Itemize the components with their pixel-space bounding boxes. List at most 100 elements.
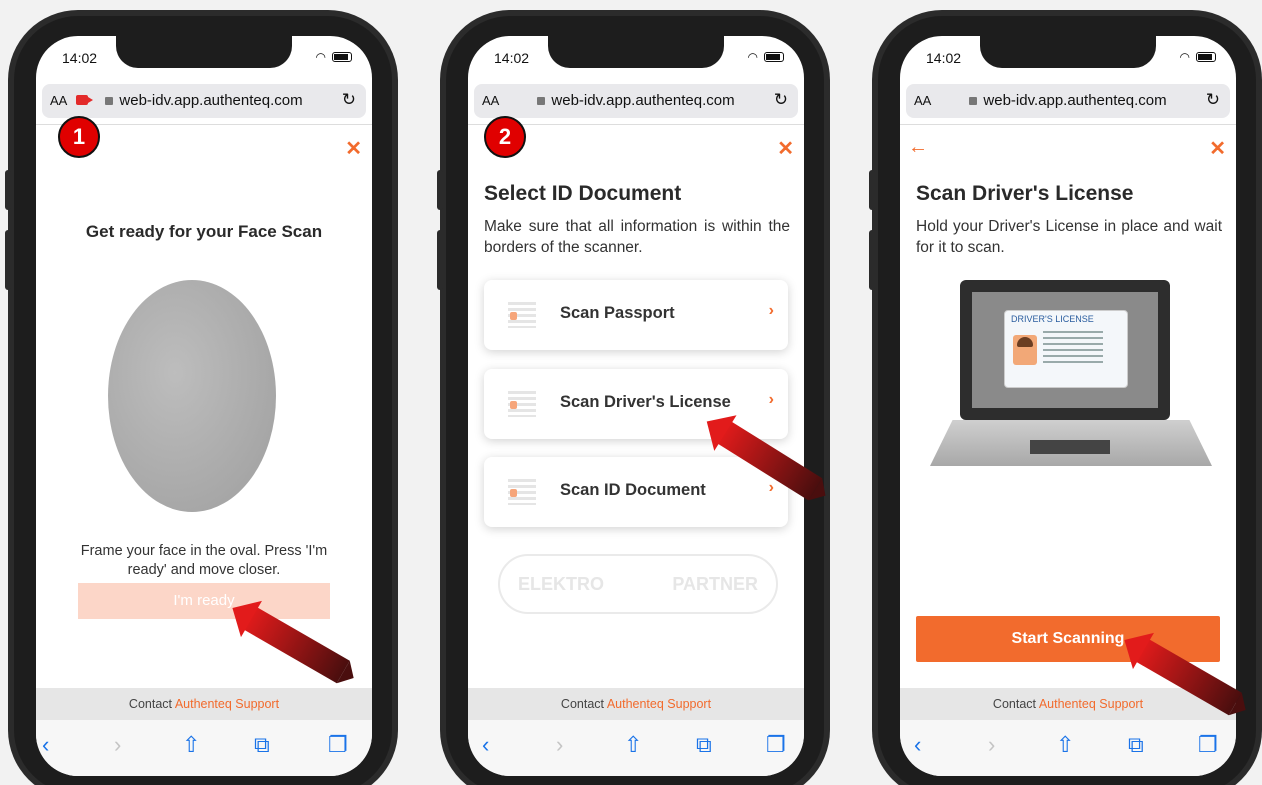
share-icon[interactable]: ⇧ xyxy=(624,732,642,758)
watermark-right-text: PARTNER xyxy=(672,574,758,594)
page-instruction: Hold your Driver's License in place and … xyxy=(916,218,1222,256)
battery-icon xyxy=(1196,52,1216,62)
url-text: web-idv.app.authenteq.com xyxy=(551,92,735,109)
reload-icon[interactable]: ↻ xyxy=(342,90,356,110)
browser-toolbar: ‹ › ⇧ ⧉ ❐ xyxy=(900,720,1236,776)
chevron-right-icon: › xyxy=(768,479,774,496)
watermark-logo: ELEKTRO PARTNER xyxy=(498,554,778,614)
laptop-trackpad xyxy=(1030,440,1110,454)
divider xyxy=(900,124,1236,125)
id-card-icon xyxy=(508,479,536,505)
lock-icon xyxy=(969,97,978,105)
close-icon[interactable]: ✕ xyxy=(345,136,362,161)
status-time: 14:02 xyxy=(494,50,530,66)
tabs-icon[interactable]: ❐ xyxy=(328,732,348,758)
address-bar[interactable]: AA web-idv.app.authenteq.com ↻ xyxy=(474,84,798,118)
browser-toolbar: ‹ › ⇧ ⧉ ❐ xyxy=(36,720,372,776)
option-scan-passport[interactable]: Scan Passport › xyxy=(484,280,788,350)
forward-button[interactable]: › xyxy=(988,732,995,758)
phone-notch xyxy=(548,36,724,68)
phone-side-button xyxy=(869,230,875,290)
footer-contact: Contact Authenteq Support xyxy=(468,688,804,720)
close-icon[interactable]: ✕ xyxy=(1209,136,1226,161)
option-scan-id-document[interactable]: Scan ID Document › xyxy=(484,457,788,527)
bookmarks-icon[interactable]: ⧉ xyxy=(254,732,270,758)
status-time: 14:02 xyxy=(62,50,98,66)
address-bar[interactable]: AA web-idv.app.authenteq.com ↻ xyxy=(906,84,1230,118)
option-label: Scan ID Document xyxy=(560,481,706,499)
support-link[interactable]: Authenteq Support xyxy=(1039,697,1143,711)
forward-button[interactable]: › xyxy=(114,732,121,758)
reload-icon[interactable]: ↻ xyxy=(774,90,788,110)
page-title: Select ID Document xyxy=(484,182,682,205)
support-link[interactable]: Authenteq Support xyxy=(607,697,711,711)
status-icons: ◠ xyxy=(316,50,352,64)
face-oval xyxy=(108,280,276,512)
footer-prefix: Contact xyxy=(992,697,1037,711)
license-card-illustration: DRIVER'S LICENSE xyxy=(1004,310,1128,388)
page-title: Get ready for your Face Scan xyxy=(85,222,323,241)
status-time: 14:02 xyxy=(926,50,962,66)
back-arrow-icon[interactable]: ← xyxy=(908,136,928,159)
status-icons: ◠ xyxy=(748,50,784,64)
lock-icon xyxy=(105,97,114,105)
phone-side-button xyxy=(869,170,875,210)
status-icons: ◠ xyxy=(1180,50,1216,64)
ready-button[interactable]: I'm ready xyxy=(78,583,330,619)
wifi-icon: ◠ xyxy=(315,50,326,64)
footer-prefix: Contact xyxy=(560,697,605,711)
wifi-icon: ◠ xyxy=(1179,50,1190,64)
phone-scan-license: 14:02 ◠ AA web-idv.app.authenteq.com ↻ ←… xyxy=(869,10,1262,785)
bookmarks-icon[interactable]: ⧉ xyxy=(696,732,712,758)
chevron-right-icon: › xyxy=(768,302,774,319)
close-icon[interactable]: ✕ xyxy=(777,136,794,161)
laptop-display: DRIVER'S LICENSE xyxy=(972,292,1158,408)
card-heading: DRIVER'S LICENSE xyxy=(1011,314,1094,324)
back-button[interactable]: ‹ xyxy=(914,732,921,758)
phone-side-button xyxy=(5,170,11,210)
page-title: Scan Driver's License xyxy=(916,182,1134,205)
tabs-icon[interactable]: ❐ xyxy=(1198,732,1218,758)
face-instruction: Frame your face in the oval. Press 'I'm … xyxy=(80,543,328,578)
footer-contact: Contact Authenteq Support xyxy=(900,688,1236,720)
lock-icon xyxy=(537,97,546,105)
address-bar[interactable]: AA web-idv.app.authenteq.com ↻ xyxy=(42,84,366,118)
url-display[interactable]: web-idv.app.authenteq.com xyxy=(42,92,366,109)
phone-side-button xyxy=(437,230,443,290)
url-display[interactable]: web-idv.app.authenteq.com xyxy=(474,92,798,109)
card-photo xyxy=(1013,335,1037,365)
url-text: web-idv.app.authenteq.com xyxy=(119,92,303,109)
tutorial-stage: 14:02 ◠ AA web-idv.app.authenteq.com ↻ ✕… xyxy=(0,0,1262,785)
option-label: Scan Driver's License xyxy=(560,393,731,411)
step-badge-2: 2 xyxy=(484,116,526,158)
card-details xyxy=(1043,331,1103,367)
reload-icon[interactable]: ↻ xyxy=(1206,90,1220,110)
forward-button[interactable]: › xyxy=(556,732,563,758)
url-text: web-idv.app.authenteq.com xyxy=(983,92,1167,109)
laptop-screen: DRIVER'S LICENSE xyxy=(960,280,1170,420)
laptop-illustration: DRIVER'S LICENSE xyxy=(930,280,1212,470)
url-display[interactable]: web-idv.app.authenteq.com xyxy=(906,92,1230,109)
phone-side-button xyxy=(5,230,11,290)
phone-notch xyxy=(980,36,1156,68)
share-icon[interactable]: ⇧ xyxy=(1056,732,1074,758)
bookmarks-icon[interactable]: ⧉ xyxy=(1128,732,1144,758)
battery-icon xyxy=(764,52,784,62)
footer-contact: Contact Authenteq Support xyxy=(36,688,372,720)
phone-side-button xyxy=(437,170,443,210)
back-button[interactable]: ‹ xyxy=(42,732,49,758)
watermark-left-text: ELEKTRO xyxy=(518,574,605,594)
back-button[interactable]: ‹ xyxy=(482,732,489,758)
phone-notch xyxy=(116,36,292,68)
support-link[interactable]: Authenteq Support xyxy=(175,697,279,711)
step-badge-1: 1 xyxy=(58,116,100,158)
tabs-icon[interactable]: ❐ xyxy=(766,732,786,758)
browser-toolbar: ‹ › ⇧ ⧉ ❐ xyxy=(468,720,804,776)
share-icon[interactable]: ⇧ xyxy=(182,732,200,758)
chevron-right-icon: › xyxy=(768,391,774,408)
wifi-icon: ◠ xyxy=(747,50,758,64)
passport-icon xyxy=(508,302,536,328)
battery-icon xyxy=(332,52,352,62)
footer-prefix: Contact xyxy=(128,697,173,711)
license-icon xyxy=(508,391,536,417)
